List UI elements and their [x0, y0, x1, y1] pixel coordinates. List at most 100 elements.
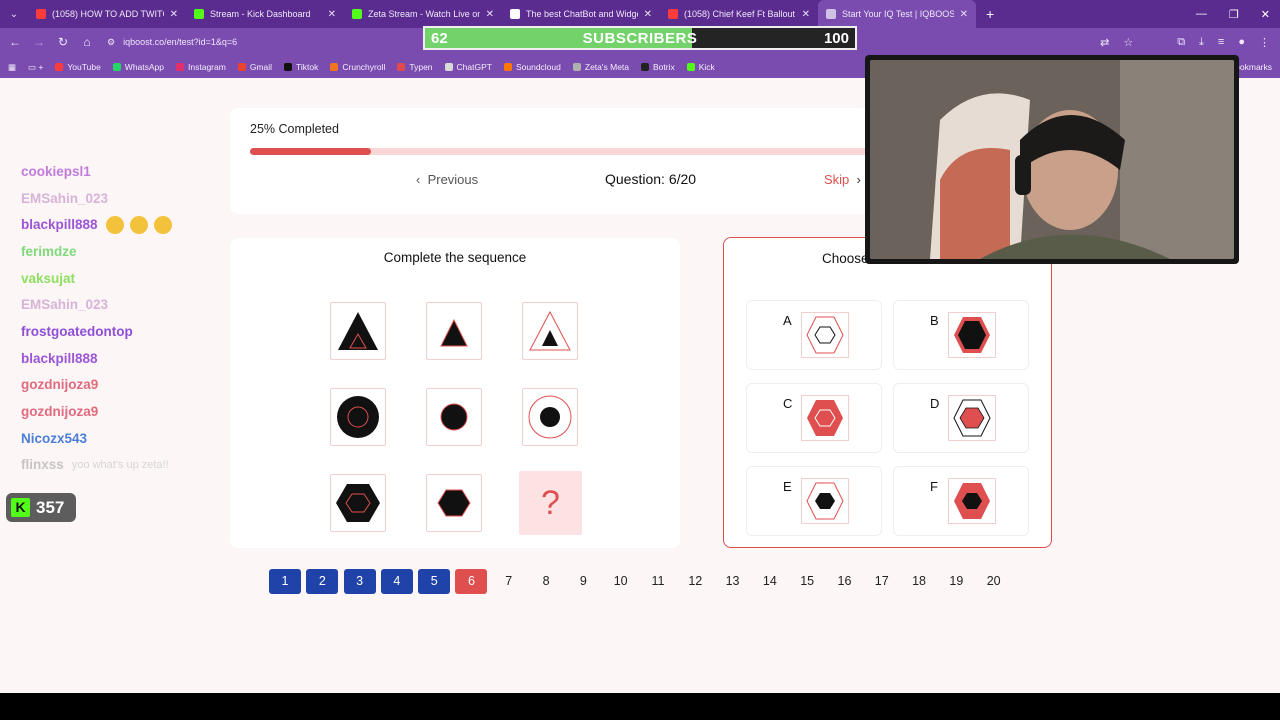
browser-tab[interactable]: Stream - Kick Dashboard ✕: [186, 0, 344, 28]
back-icon[interactable]: ←: [3, 35, 27, 49]
skip-button[interactable]: Skip ›: [824, 172, 861, 187]
option-c-figure: [801, 395, 849, 441]
option-f[interactable]: F: [893, 466, 1029, 536]
bookmark-item[interactable]: Typen: [397, 62, 433, 72]
tab-close-icon[interactable]: ✕: [328, 9, 336, 20]
bookmark-favicon-icon: [176, 63, 185, 71]
stream-chat-overlay: cookiepsl1 EMSahin_023 blackpill888 ferimdz…: [21, 158, 321, 478]
page-button-6[interactable]: 6: [455, 569, 488, 594]
bookmark-item[interactable]: Botrix: [641, 62, 675, 72]
circle-figure-3: [528, 395, 572, 439]
progress-track: [250, 148, 870, 155]
tab-close-icon[interactable]: ✕: [486, 9, 494, 20]
url-field[interactable]: ⚙ iqboost.co/en/test?id=1&q=6: [107, 31, 407, 53]
chat-message: gozdnijoza9: [21, 398, 321, 425]
missing-cell: ?: [519, 471, 582, 535]
bookmark-item[interactable]: Kick: [686, 62, 715, 72]
page-button-5[interactable]: 5: [418, 569, 451, 594]
option-c[interactable]: C: [746, 383, 882, 453]
page-button-3[interactable]: 3: [343, 569, 376, 594]
option-d[interactable]: D: [893, 383, 1029, 453]
option-letter: E: [783, 479, 792, 494]
tab-close-icon[interactable]: ✕: [644, 9, 652, 20]
bookmark-item[interactable]: Crunchyroll: [330, 62, 385, 72]
new-tab-button[interactable]: +: [976, 6, 1004, 22]
apps-icon[interactable]: ▦: [8, 62, 16, 73]
forward-icon[interactable]: →: [27, 35, 51, 49]
bookmark-item[interactable]: Instagram: [176, 62, 226, 72]
tab-favicon-icon: [194, 9, 204, 19]
tab-close-icon[interactable]: ✕: [802, 9, 810, 20]
bookmark-item[interactable]: Gmail: [237, 62, 272, 72]
page-button-17[interactable]: 17: [866, 569, 898, 594]
restore-icon[interactable]: ❐: [1229, 8, 1239, 21]
extensions-puzzle-icon[interactable]: ⧉: [1177, 36, 1185, 49]
option-a[interactable]: A: [746, 300, 882, 370]
reload-icon[interactable]: ↻: [51, 35, 75, 49]
page-button-2[interactable]: 2: [306, 569, 339, 594]
page-button-12[interactable]: 12: [679, 569, 711, 594]
page-button-20[interactable]: 20: [978, 569, 1010, 594]
browser-tab[interactable]: (1058) HOW TO ADD TWITCH/ ✕: [28, 0, 186, 28]
tab-close-icon[interactable]: ✕: [170, 9, 178, 20]
minimize-icon[interactable]: —: [1196, 8, 1207, 20]
page-button-11[interactable]: 11: [642, 569, 674, 594]
option-e[interactable]: E: [746, 466, 882, 536]
menu-dots-icon[interactable]: ⋮: [1259, 36, 1270, 49]
chat-message: flinxss yoo what's up zeta!!: [21, 452, 321, 479]
bookmark-item[interactable]: Soundcloud: [503, 62, 561, 72]
browser-tab[interactable]: Start Your IQ Test | IQBOOST ✕: [818, 0, 976, 28]
page-button-15[interactable]: 15: [791, 569, 823, 594]
folder-icon[interactable]: ▭ +: [28, 62, 43, 73]
triangle-figure-3: [529, 310, 571, 351]
hexagon-double-outline-figure: [953, 399, 991, 437]
profile-avatar[interactable]: ●: [1238, 36, 1245, 48]
tab-search-icon[interactable]: ⌄: [0, 0, 28, 28]
option-b[interactable]: B: [893, 300, 1029, 370]
hexagon-red-figure: [807, 400, 843, 436]
tab-close-icon[interactable]: ✕: [960, 9, 968, 20]
browser-tab[interactable]: The best ChatBot and Widgets ✕: [502, 0, 660, 28]
tab-title: Zeta Stream - Watch Live on Ki: [368, 9, 480, 19]
viewer-counter: K 357: [6, 493, 76, 522]
page-button-9[interactable]: 9: [567, 569, 599, 594]
page-button-14[interactable]: 14: [754, 569, 786, 594]
browser-tab[interactable]: Zeta Stream - Watch Live on Ki ✕: [344, 0, 502, 28]
browser-toolbar-icons: ⇄ ☆ ⧉ ⤓ ≡ ● ⋮: [1100, 28, 1270, 56]
site-info-icon[interactable]: ⚙: [107, 37, 115, 48]
page-button-18[interactable]: 18: [903, 569, 935, 594]
bookmark-label: Tiktok: [296, 62, 319, 72]
media-icon[interactable]: ≡: [1218, 36, 1224, 48]
bookmark-item[interactable]: WhatsApp: [112, 62, 164, 72]
chevron-right-icon: ›: [849, 172, 861, 187]
bookmark-list: YouTube WhatsApp Instagram Gmail Tiktok Crunc…: [55, 62, 715, 72]
bookmark-favicon-icon: [444, 63, 453, 71]
chat-message: EMSahin_023: [21, 185, 321, 212]
chat-username: Nicozx543: [21, 430, 88, 446]
page-button-19[interactable]: 19: [940, 569, 972, 594]
bookmark-item[interactable]: ChatGPT: [444, 62, 492, 72]
bookmark-item[interactable]: Zeta's Meta: [572, 62, 629, 72]
close-window-icon[interactable]: ✕: [1261, 8, 1270, 21]
bookmark-item[interactable]: Tiktok: [284, 62, 318, 72]
previous-button[interactable]: ‹ Previous: [416, 172, 478, 187]
all-bookmarks-link[interactable]: ookmarks: [1235, 56, 1272, 78]
bookmark-star-icon[interactable]: ☆: [1123, 36, 1133, 49]
url-text: iqboost.co/en/test?id=1&q=6: [123, 37, 238, 47]
page-button-16[interactable]: 16: [828, 569, 860, 594]
download-icon[interactable]: ⤓: [1199, 36, 1204, 49]
page-button-1[interactable]: 1: [269, 569, 301, 594]
translate-icon[interactable]: ⇄: [1100, 36, 1109, 49]
browser-tab[interactable]: (1058) Chief Keef Ft Ballout ✕: [660, 0, 818, 28]
page-button-4[interactable]: 4: [380, 569, 413, 594]
bookmark-item[interactable]: YouTube: [55, 62, 101, 72]
home-icon[interactable]: ⌂: [75, 35, 99, 49]
page-button-8[interactable]: 8: [530, 569, 562, 594]
page-button-10[interactable]: 10: [605, 569, 637, 594]
tab-title: Start Your IQ Test | IQBOOST: [842, 9, 954, 19]
streamer-silhouette: [870, 60, 1234, 259]
chat-message: blackpill888: [21, 345, 321, 372]
tab-favicon-icon: [352, 9, 362, 19]
page-button-13[interactable]: 13: [717, 569, 749, 594]
page-button-7[interactable]: 7: [493, 569, 525, 594]
